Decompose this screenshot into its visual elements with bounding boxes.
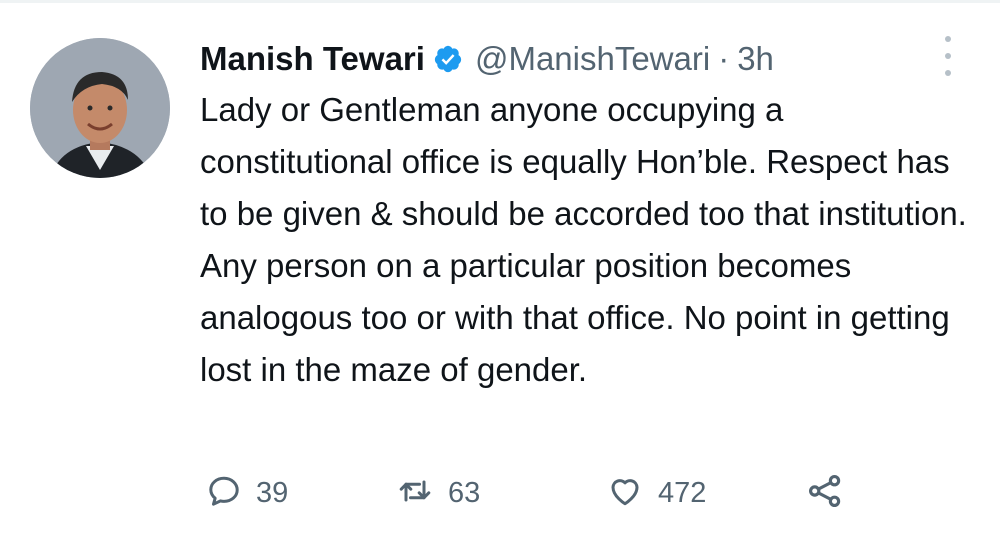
more-dot [945, 53, 951, 59]
reply-count: 39 [256, 476, 289, 509]
verified-badge-icon [433, 44, 463, 74]
more-dot [945, 36, 951, 42]
author-name[interactable]: Manish Tewari [200, 40, 425, 78]
more-dot [945, 70, 951, 76]
separator-dot: · [718, 40, 730, 77]
reply-button[interactable]: 39 [206, 470, 288, 516]
share-icon [806, 472, 844, 515]
like-button[interactable]: 472 [606, 470, 706, 516]
tweet-actions: 39 63 472 [200, 470, 900, 516]
tweet-header: Manish Tewari @ManishTewari · 3h [200, 34, 774, 84]
tweet-text: Lady or Gentleman anyone occupying a con… [200, 91, 967, 388]
reply-bubble-icon [206, 473, 242, 514]
more-vertical-icon[interactable] [938, 36, 958, 76]
top-divider [0, 0, 1000, 3]
heart-icon [606, 473, 644, 514]
author-handle[interactable]: @ManishTewari [475, 40, 710, 78]
retweet-icon [396, 473, 434, 514]
like-count: 472 [658, 476, 707, 509]
retweet-button[interactable]: 63 [396, 470, 480, 516]
retweet-count: 63 [448, 476, 481, 509]
share-button[interactable] [806, 470, 844, 516]
tweet-timestamp[interactable]: 3h [737, 40, 774, 78]
avatar[interactable] [30, 38, 170, 178]
